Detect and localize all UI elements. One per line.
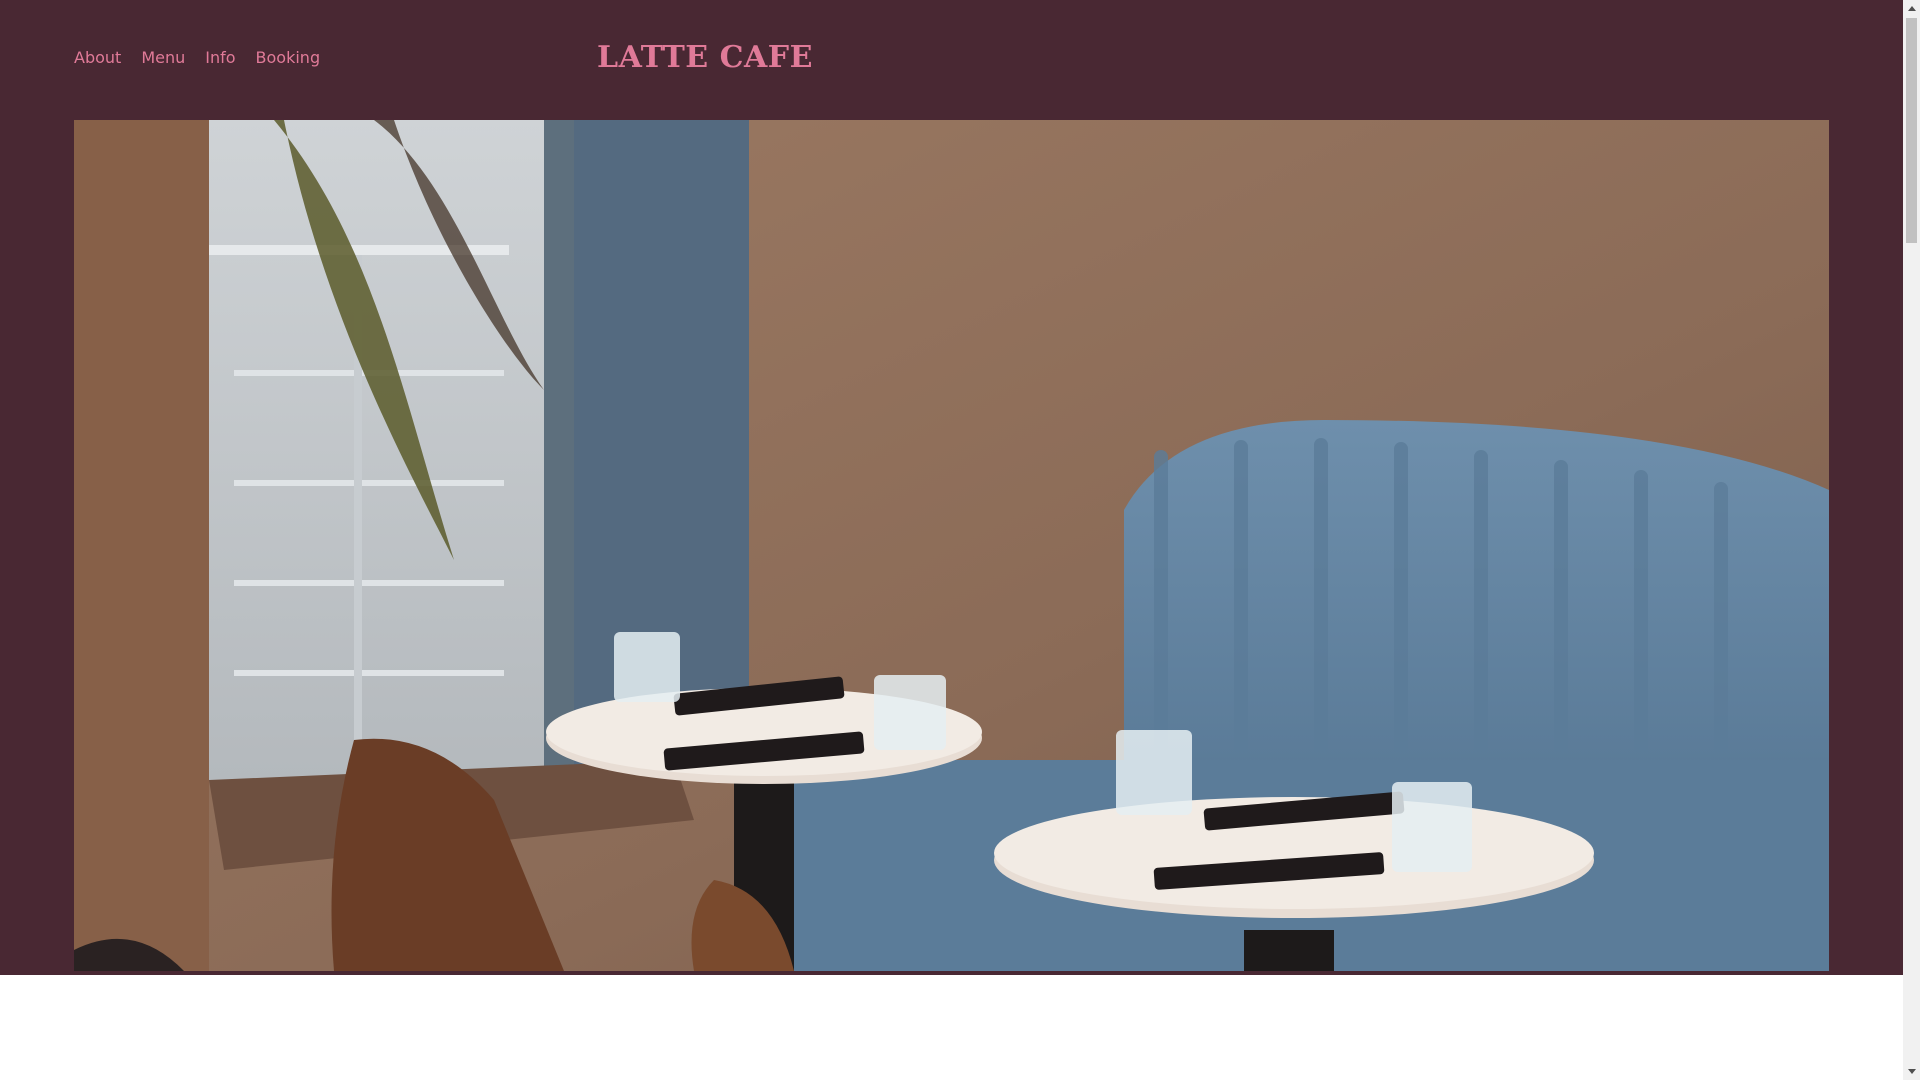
- scroll-up-arrow-icon[interactable]: [1903, 0, 1920, 17]
- vertical-scrollbar[interactable]: [1903, 0, 1920, 1080]
- site-logo[interactable]: LATTE CAFE: [597, 40, 813, 75]
- nav-link-menu[interactable]: Menu: [141, 48, 185, 67]
- nav-link-booking[interactable]: Booking: [256, 48, 321, 67]
- site-header: About Menu Info Booking LATTE CAFE: [0, 0, 1903, 975]
- nav-link-about[interactable]: About: [74, 48, 121, 67]
- scroll-down-arrow-icon[interactable]: [1903, 1063, 1920, 1080]
- hero-image: [74, 120, 1829, 971]
- main-nav: About Menu Info Booking: [74, 48, 320, 67]
- scrollbar-thumb[interactable]: [1906, 18, 1917, 243]
- nav-link-info[interactable]: Info: [205, 48, 235, 67]
- cafe-interior-illustration: [74, 120, 1829, 971]
